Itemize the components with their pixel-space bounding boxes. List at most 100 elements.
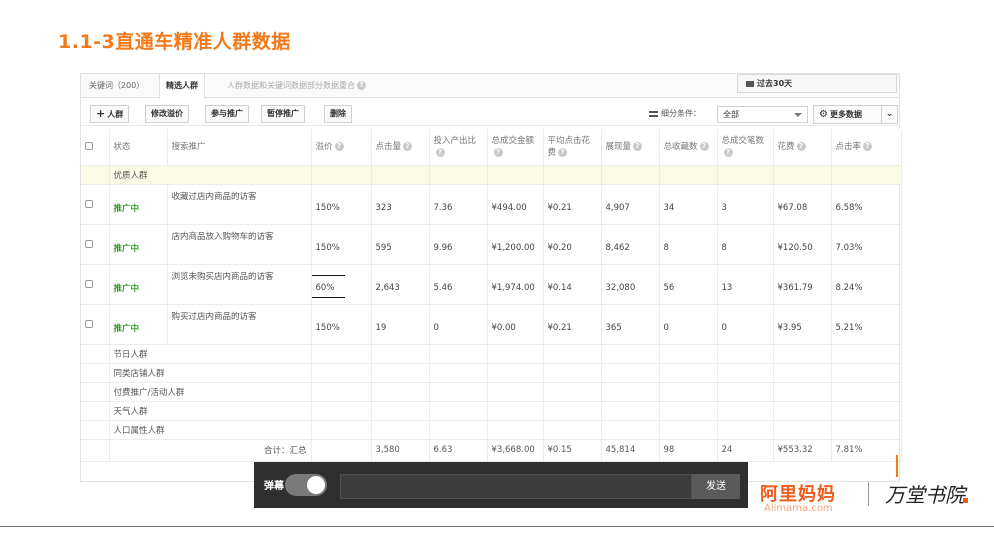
more-data-label: 更多数据 bbox=[829, 110, 862, 119]
favorites-value: 56 bbox=[659, 264, 718, 305]
status-badge: 推广中 bbox=[113, 324, 140, 334]
group-cell bbox=[311, 344, 372, 364]
summary-impressions: 45,814 bbox=[601, 439, 660, 462]
help-icon[interactable]: ? bbox=[493, 147, 503, 157]
table-row[interactable]: 推广中 收藏过店内商品的访客 150% 323 7.36 ¥494.00 ¥0.… bbox=[81, 184, 902, 225]
group-cell bbox=[773, 382, 832, 402]
header-gmv[interactable]: 总成交金额? bbox=[487, 129, 544, 166]
favorites-value: 34 bbox=[659, 184, 718, 225]
row-checkbox[interactable] bbox=[85, 239, 93, 248]
bid-value-annotated[interactable]: 60% bbox=[311, 264, 372, 305]
bid-value[interactable]: 150% bbox=[311, 184, 372, 225]
help-icon[interactable]: ? bbox=[403, 141, 413, 151]
help-icon[interactable]: ? bbox=[334, 141, 344, 151]
send-button[interactable]: 发送 bbox=[692, 474, 740, 499]
filter-select[interactable]: 全部 bbox=[717, 106, 808, 123]
group-cell bbox=[311, 420, 372, 440]
group-cell bbox=[311, 382, 372, 402]
header-bid-label: 溢价 bbox=[315, 141, 333, 152]
help-icon[interactable]: ? bbox=[435, 147, 445, 157]
group-cell bbox=[717, 382, 774, 402]
add-crowd-label: 人群 bbox=[107, 110, 124, 119]
pause-promo-button[interactable]: 暂停推广 bbox=[261, 105, 305, 123]
header-clicks[interactable]: 点击量? bbox=[371, 129, 430, 166]
group-row[interactable]: 天气人群 bbox=[81, 401, 902, 421]
header-clicks-label: 点击量 bbox=[375, 141, 402, 152]
bid-value: 60% bbox=[311, 275, 345, 298]
list-icon bbox=[649, 110, 658, 117]
join-promo-button[interactable]: 参与推广 bbox=[205, 105, 249, 123]
bid-value[interactable]: 150% bbox=[311, 304, 372, 345]
help-icon[interactable]: ? bbox=[357, 81, 366, 90]
group-cell bbox=[773, 401, 832, 421]
group-cell bbox=[543, 344, 602, 364]
danmu-toggle[interactable] bbox=[285, 474, 327, 496]
table-row[interactable]: 推广中 浏览未购买店内商品的访客 60% 2,643 5.46 ¥1,974.0… bbox=[81, 264, 902, 305]
group-cell bbox=[773, 344, 832, 364]
chevron-down-icon[interactable]: ⌄ bbox=[881, 106, 897, 123]
table-header-row: 状态 搜索推广 溢价? 点击量? 投入产出比? 总成交金额? 平均点击花费? 展… bbox=[81, 129, 902, 166]
crowd-data-panel: 关键词（200） 精选人群 人群数据和关键词数据部分数据重合? 过去30天 + 人… bbox=[80, 73, 902, 482]
row-checkbox[interactable] bbox=[85, 279, 93, 288]
danmu-label: 弹幕 bbox=[264, 481, 284, 492]
tab-selected-crowd[interactable]: 精选人群 bbox=[159, 74, 205, 99]
help-icon[interactable]: ? bbox=[863, 141, 873, 151]
group-row[interactable]: 人口属性人群 bbox=[81, 420, 902, 440]
modify-bid-button[interactable]: 修改溢价 bbox=[145, 105, 189, 123]
header-impressions[interactable]: 展现量? bbox=[601, 129, 660, 166]
status-cell: 推广中 bbox=[109, 304, 168, 345]
header-cost[interactable]: 花费? bbox=[773, 129, 832, 166]
crowd-name: 店内商品放入购物车的访客 bbox=[167, 224, 312, 265]
header-cpc[interactable]: 平均点击花费? bbox=[543, 129, 602, 166]
summary-cell bbox=[81, 439, 110, 462]
impressions-value: 8,462 bbox=[601, 224, 660, 265]
roi-value: 9.96 bbox=[429, 224, 488, 265]
header-ctr[interactable]: 点击率? bbox=[831, 129, 902, 166]
group-cell bbox=[601, 363, 660, 383]
group-row[interactable]: 同类店铺人群 bbox=[81, 363, 902, 383]
group-cell bbox=[831, 420, 902, 440]
add-crowd-button[interactable]: + 人群 bbox=[90, 105, 130, 123]
table-row[interactable]: 推广中 店内商品放入购物车的访客 150% 595 9.96 ¥1,200.00… bbox=[81, 224, 902, 265]
group-row[interactable]: 节日人群 bbox=[81, 344, 902, 364]
crowd-table: 状态 搜索推广 溢价? 点击量? 投入产出比? 总成交金额? 平均点击花费? 展… bbox=[81, 129, 902, 462]
group-cell bbox=[429, 363, 488, 383]
tab-keywords[interactable]: 关键词（200） bbox=[83, 74, 150, 98]
help-icon[interactable]: ? bbox=[699, 141, 709, 151]
row-checkbox[interactable] bbox=[85, 199, 93, 208]
group-cell bbox=[371, 344, 430, 364]
group-cell bbox=[717, 401, 774, 421]
select-all-checkbox[interactable] bbox=[85, 142, 93, 151]
more-data-button[interactable]: ⚙ 更多数据 ⌄ bbox=[813, 105, 898, 124]
group-cell bbox=[601, 420, 660, 440]
status-cell: 推广中 bbox=[109, 224, 168, 265]
group-cell bbox=[487, 401, 544, 421]
bid-value[interactable]: 150% bbox=[311, 224, 372, 265]
logo-dot bbox=[963, 498, 968, 503]
date-range-button[interactable]: 过去30天 bbox=[737, 74, 897, 93]
header-cost-label: 花费 bbox=[777, 141, 795, 152]
group-cell bbox=[717, 344, 774, 364]
help-icon[interactable]: ? bbox=[723, 147, 733, 157]
group-cell bbox=[717, 165, 774, 185]
help-icon[interactable]: ? bbox=[558, 147, 568, 157]
impressions-value: 4,907 bbox=[601, 184, 660, 225]
help-icon[interactable]: ? bbox=[633, 141, 643, 151]
favorites-value: 8 bbox=[659, 224, 718, 265]
help-icon[interactable]: ? bbox=[796, 141, 806, 151]
header-cpc-label: 平均点击花费 bbox=[547, 135, 591, 158]
table-row[interactable]: 推广中 购买过店内商品的访客 150% 19 0 ¥0.00 ¥0.21 365… bbox=[81, 304, 902, 345]
delete-button[interactable]: 删除 bbox=[324, 105, 352, 123]
danmu-input[interactable] bbox=[340, 474, 692, 499]
group-cell bbox=[81, 344, 110, 364]
header-orders[interactable]: 总成交笔数? bbox=[717, 129, 774, 166]
group-cell bbox=[831, 382, 902, 402]
header-roi[interactable]: 投入产出比? bbox=[429, 129, 488, 166]
header-bid[interactable]: 溢价? bbox=[311, 129, 372, 166]
summary-roi: 6.63 bbox=[429, 439, 488, 462]
group-cell bbox=[543, 401, 602, 421]
header-favorites[interactable]: 总收藏数? bbox=[659, 129, 718, 166]
group-row[interactable]: 付费推广/活动人群 bbox=[81, 382, 902, 402]
row-checkbox[interactable] bbox=[85, 319, 93, 328]
gear-icon: ⚙ bbox=[819, 109, 828, 120]
